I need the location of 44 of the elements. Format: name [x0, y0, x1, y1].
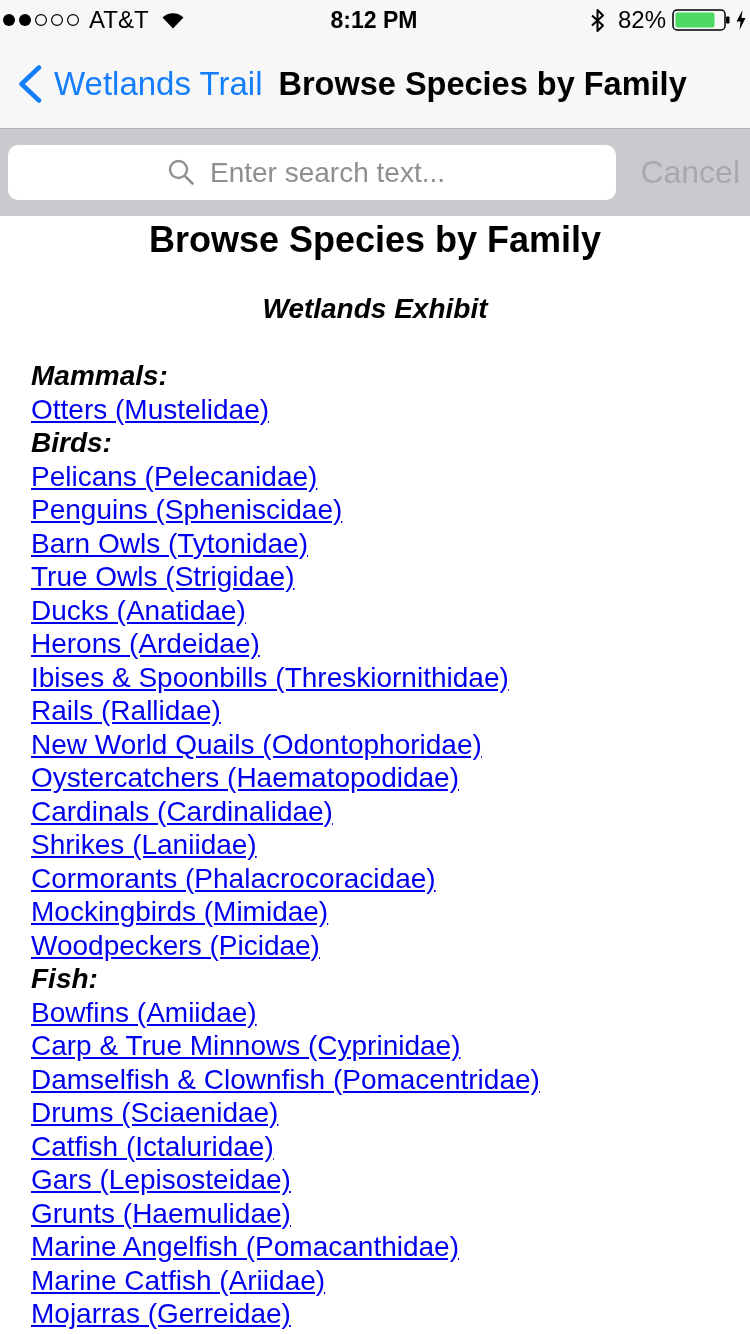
- family-link[interactable]: Cormorants (Phalacrocoracidae): [31, 862, 436, 894]
- family-link[interactable]: Oystercatchers (Haematopodidae): [31, 762, 459, 793]
- page-heading: Browse Species by Family: [147, 219, 603, 261]
- family-link[interactable]: Penguins (Spheniscidae): [31, 494, 343, 525]
- family-link[interactable]: Damselfish & Clownfish (Pomacentridae): [31, 1063, 540, 1095]
- status-time: 8:12 PM: [330, 6, 418, 34]
- family-link[interactable]: Pelicans (Pelecanidae): [31, 460, 318, 492]
- family-link[interactable]: True Owls (Strigidae): [31, 561, 295, 592]
- battery-icon: [672, 9, 730, 31]
- lightning-bolt-icon: [736, 10, 746, 30]
- family-link[interactable]: New World Quails (Odontophoridae): [31, 728, 482, 760]
- carrier-name: AT&T: [89, 6, 149, 34]
- family-link[interactable]: Ibises & Spoonbills (Threskiornithidae): [31, 661, 509, 693]
- battery-percentage: 82%: [617, 6, 666, 34]
- family-link[interactable]: Drums (Sciaenidae): [31, 1097, 279, 1128]
- nav-title: Browse Species by Family: [278, 65, 687, 103]
- family-link[interactable]: Marine Catfish (Ariidae): [31, 1264, 326, 1296]
- family-link[interactable]: Catfish (Ictaluridae): [31, 1130, 274, 1162]
- family-link[interactable]: Mockingbirds (Mimidae): [31, 896, 329, 927]
- family-link[interactable]: Herons (Ardeidae): [31, 628, 260, 659]
- family-link[interactable]: Otters (Mustelidae): [31, 393, 270, 425]
- category-heading: Mammals:: [31, 360, 168, 391]
- family-link[interactable]: Rails (Rallidae): [31, 695, 221, 726]
- signal-strength-icon: [2, 13, 80, 27]
- exhibit-subheading: Wetlands Exhibit: [261, 292, 490, 326]
- family-link[interactable]: Gars (Lepisosteidae): [31, 1164, 291, 1195]
- search-icon: [168, 159, 194, 185]
- family-link[interactable]: Shrikes (Laniidae): [31, 829, 257, 860]
- family-link[interactable]: Woodpeckers (Picidae): [31, 929, 320, 961]
- family-link[interactable]: Marine Angelfish (Pomacanthidae): [31, 1231, 459, 1262]
- family-link[interactable]: Cardinals (Cardinalidae): [31, 795, 333, 827]
- family-link[interactable]: Carp & True Minnows (Cyprinidae): [31, 1030, 461, 1061]
- category-heading: Birds:: [31, 427, 112, 458]
- family-link[interactable]: Mojarras (Gerreidae): [31, 1298, 291, 1329]
- family-link[interactable]: Bowfins (Amiidae): [31, 996, 257, 1028]
- family-link[interactable]: Grunts (Haemulidae): [31, 1197, 291, 1229]
- search-field[interactable]: Enter search text...: [8, 145, 617, 200]
- wifi-icon: [161, 11, 184, 29]
- chevron-icon: [17, 65, 42, 103]
- category-heading: Fish:: [31, 963, 98, 994]
- family-link[interactable]: Ducks (Anatidae): [31, 594, 246, 626]
- back-button[interactable]: Wetlands Trail: [17, 65, 263, 103]
- family-link[interactable]: Barn Owls (Tytonidae): [31, 527, 308, 559]
- bluetooth-icon: [589, 7, 606, 33]
